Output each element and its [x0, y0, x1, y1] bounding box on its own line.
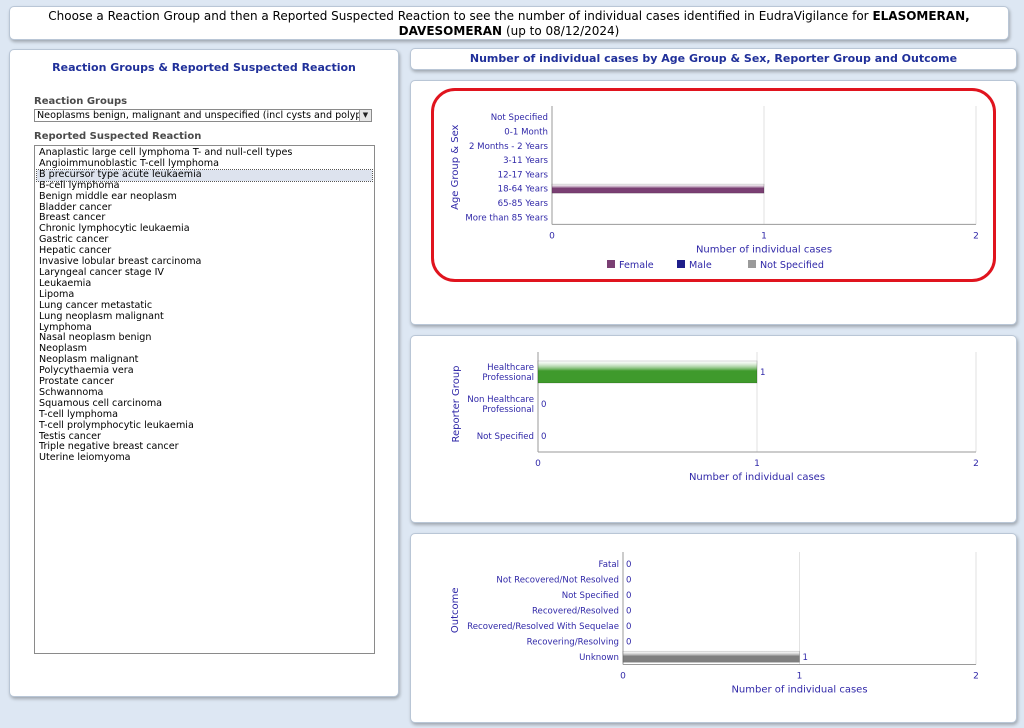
data-label: 0	[626, 560, 631, 570]
y-category-label: Not Specified	[562, 591, 619, 601]
y-category-label: Fatal	[599, 560, 619, 570]
legend-label: Female	[619, 260, 654, 271]
y-category-label: Not Recovered/Not Resolved	[496, 575, 619, 585]
y-category-label: 3-11 Years	[503, 156, 548, 166]
y-category-label: 18-64 Years	[498, 185, 549, 195]
x-tick-label: 0	[620, 672, 626, 682]
y-category-label: Unknown	[579, 653, 619, 663]
data-label: 0	[626, 575, 631, 585]
data-label: 1	[803, 653, 808, 663]
y-axis-title: Outcome	[450, 587, 461, 633]
x-tick-label: 0	[549, 231, 555, 241]
x-tick-label: 1	[754, 459, 760, 469]
data-label: 1	[760, 368, 765, 378]
y-category-label: Healthcare Professional	[482, 363, 534, 383]
y-category-label: 0-1 Month	[504, 127, 548, 137]
y-category-label: 65-85 Years	[498, 199, 549, 209]
chart-bar	[538, 361, 757, 383]
y-axis-title: Age Group & Sex	[450, 124, 461, 209]
data-label: 0	[541, 432, 546, 442]
x-tick-label: 0	[535, 459, 541, 469]
x-axis-title: Number of individual cases	[696, 244, 832, 255]
data-label: 0	[626, 637, 631, 647]
y-axis-title: Reporter Group	[451, 365, 462, 442]
x-tick-label: 2	[973, 672, 979, 682]
y-category-label: Non Healthcare Professional	[467, 395, 534, 415]
charts-svg: 0 1 2 Not Specified 0-1 Month 2 Months - 2 Ye…	[450, 106, 979, 696]
x-tick-label: 2	[973, 231, 979, 241]
data-label: 0	[626, 606, 631, 616]
legend-swatch	[748, 260, 756, 268]
legend-label: Not Specified	[760, 260, 824, 271]
legend-label: Male	[689, 260, 712, 271]
y-category-label: 12-17 Years	[498, 170, 549, 180]
chart-bar	[623, 651, 800, 663]
y-category-label: Not Specified	[477, 432, 534, 442]
y-category-label: Not Specified	[491, 113, 548, 123]
x-tick-label: 1	[761, 231, 767, 241]
legend-swatch	[607, 260, 615, 268]
data-label: 0	[626, 622, 631, 632]
y-category-label: Recovering/Resolving	[527, 637, 619, 647]
data-label: 0	[626, 591, 631, 601]
y-category-label: 2 Months - 2 Years	[469, 142, 549, 152]
chart-bar	[552, 184, 764, 194]
y-category-label: Recovered/Resolved With Sequelae	[467, 622, 619, 632]
y-category-label: Recovered/Resolved	[532, 606, 619, 616]
x-axis-title: Number of individual cases	[689, 472, 825, 483]
legend-swatch	[677, 260, 685, 268]
x-tick-label: 2	[973, 459, 979, 469]
data-label: 0	[541, 400, 546, 410]
x-tick-label: 1	[797, 672, 803, 682]
x-axis-title: Number of individual cases	[731, 685, 867, 696]
y-category-label: More than 85 Years	[465, 213, 548, 223]
